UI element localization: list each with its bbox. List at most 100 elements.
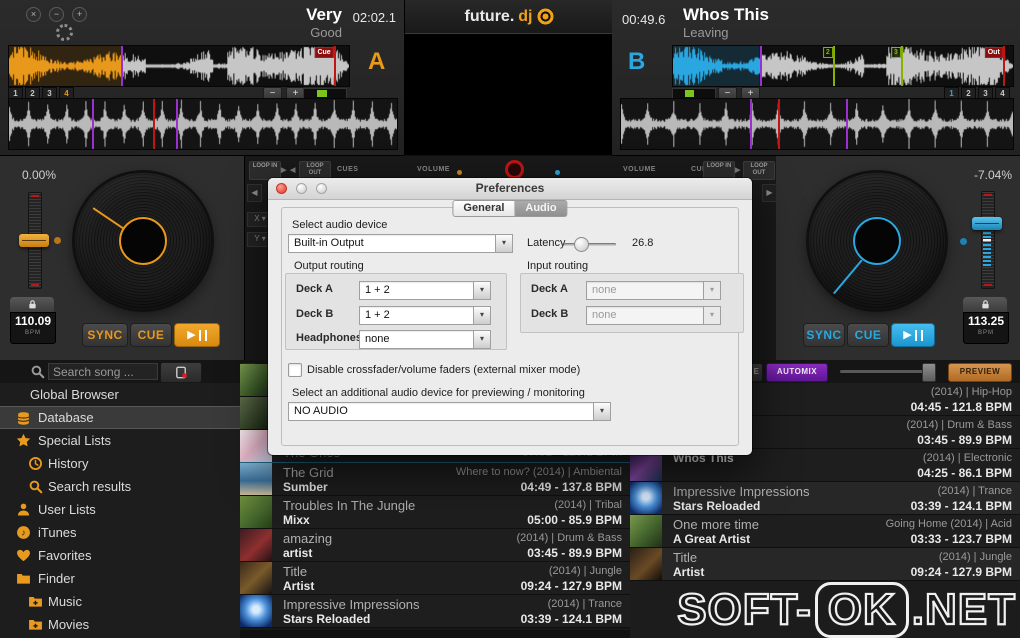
deck-a-overview-waveform[interactable] — [8, 98, 398, 150]
additional-device-select[interactable]: NO AUDIO▾ — [288, 402, 611, 421]
svg-text:♪: ♪ — [21, 528, 26, 538]
pitch-reset-dot[interactable] — [54, 237, 61, 244]
deck-b-bpm-lock-button[interactable] — [963, 297, 1007, 312]
gear-icon[interactable] — [56, 24, 73, 41]
sidebar-item-itunes[interactable]: ♪iTunes — [0, 521, 240, 544]
deck-b-sync-button[interactable]: SYNC — [803, 323, 845, 347]
track-row[interactable]: TitleArtist(2014) | Jungle09:24 - 127.9 … — [240, 562, 630, 595]
routing-select[interactable]: 1 + 2▾ — [359, 306, 491, 325]
wave-marker — [1003, 46, 1005, 86]
maximize-icon[interactable]: + — [72, 7, 87, 22]
watermark-text: .NET — [912, 585, 1016, 635]
minimize-icon[interactable]: − — [49, 7, 64, 22]
track-row[interactable]: Impressive ImpressionsStars Reloaded(201… — [630, 482, 1020, 515]
routing-select[interactable]: none▾ — [586, 281, 721, 300]
disable-crossfader-checkbox[interactable] — [288, 363, 302, 377]
pitch-handle[interactable] — [972, 217, 1002, 230]
routing-select[interactable]: none▾ — [359, 330, 491, 349]
deck-a-cue-button[interactable]: CUE — [130, 323, 172, 347]
pitch-center-mark — [983, 239, 991, 241]
deck-a-jog-wheel[interactable] — [75, 173, 211, 309]
track-info: (2014) | Electronic — [917, 451, 1012, 466]
center-panel: future.dj — [404, 0, 614, 155]
close-traffic-light[interactable] — [276, 183, 287, 194]
deck-a-waveform[interactable]: Cue — [8, 45, 350, 87]
loop-arrow-icon[interactable]: ◀ — [290, 166, 296, 174]
deck-b-waveform[interactable]: 23Out — [672, 45, 1014, 87]
loop-arrow-icon[interactable]: ▶ — [281, 166, 287, 174]
sidebar-item-label: Movies — [0, 617, 89, 632]
track-row[interactable]: amazingartist(2014) | Drum & Bass03:45 -… — [240, 529, 630, 562]
tab-general[interactable]: General — [452, 200, 515, 217]
track-row[interactable]: TitleArtist(2014) | Jungle09:24 - 127.9 … — [630, 548, 1020, 581]
deck-a-sync-button[interactable]: SYNC — [82, 323, 128, 347]
jog-label-ring — [853, 217, 901, 265]
audio-device-select[interactable]: Built-in Output▾ — [288, 234, 513, 253]
tab-audio[interactable]: Audio — [515, 200, 567, 217]
routing-select[interactable]: 1 + 2▾ — [359, 281, 491, 300]
track-artist: Sumber — [283, 480, 452, 494]
list-zoom-handle[interactable] — [922, 363, 936, 382]
bpm-unit: BPM — [964, 330, 1008, 337]
latency-slider[interactable] — [564, 243, 616, 246]
sidebar-item-finder[interactable]: Finder — [0, 567, 240, 590]
search-input[interactable] — [48, 363, 158, 380]
track-title: Impressive Impressions — [673, 484, 907, 499]
track-info: Where to now? (2014) | Ambiental — [456, 465, 622, 480]
search-icon — [30, 364, 45, 379]
zoom-traffic-light[interactable] — [316, 183, 327, 194]
deck-b-controls: -7.04% 113.25 BPM SYNC CUE ▶ — [776, 156, 1020, 360]
automix-button[interactable]: AUTOMIX — [766, 363, 828, 382]
sidebar-item-music[interactable]: Music — [0, 590, 240, 613]
sidebar-item-global-browser[interactable]: Global Browser — [0, 383, 240, 406]
track-artist: Mixx — [283, 513, 523, 527]
deck-b-play-button[interactable]: ▶ — [891, 323, 935, 347]
chevron-down-icon: ▾ — [703, 282, 720, 299]
sidebar-item-label: History — [0, 456, 88, 471]
sidebar-item-favorites[interactable]: Favorites — [0, 544, 240, 567]
deck-a-bpm-lock-button[interactable] — [10, 297, 54, 312]
sidebar-item-database[interactable]: Database — [0, 406, 240, 429]
sidebar-item-history[interactable]: History — [0, 452, 240, 475]
minimize-traffic-light[interactable] — [296, 183, 307, 194]
deck-b-track-meta: Whos This Leaving — [683, 4, 769, 41]
latency-slider-knob[interactable] — [574, 237, 589, 252]
deck-b-pitch-slider[interactable] — [970, 191, 1004, 289]
dialog-titlebar[interactable]: Preferences — [268, 178, 752, 200]
sidebar-item-movies[interactable]: Movies — [0, 613, 240, 636]
sidebar-item-label: iTunes — [0, 525, 77, 540]
pitch-handle[interactable] — [19, 234, 49, 247]
record-playlist-button[interactable] — [160, 362, 202, 383]
deck-a-play-button[interactable]: ▶ — [174, 323, 220, 347]
close-icon[interactable]: × — [26, 7, 41, 22]
track-row[interactable]: Impressive ImpressionsStars Reloaded(201… — [240, 595, 630, 628]
track-row[interactable]: The GridSumberWhere to now? (2014) | Amb… — [240, 463, 630, 496]
nudge-right-button[interactable]: ▶ — [762, 184, 777, 202]
nudge-left-button[interactable]: ◀ — [247, 184, 262, 202]
chevron-down-icon: ▾ — [473, 282, 490, 299]
track-info: (2014) | Hip-Hop — [911, 385, 1012, 400]
deck-a-track-title: Very — [306, 4, 342, 25]
sidebar-item-label: Database — [0, 410, 94, 425]
sidebar-item-search-results[interactable]: Search results — [0, 475, 240, 498]
preview-button[interactable]: PREVIEW — [948, 363, 1012, 382]
track-info: (2014) | Drum & Bass — [516, 531, 622, 546]
pitch-reset-dot[interactable] — [960, 238, 967, 245]
routing-select[interactable]: none▾ — [586, 306, 721, 325]
deck-a-pitch-slider[interactable] — [17, 192, 51, 289]
deck-b-jog-wheel[interactable] — [809, 173, 945, 309]
track-row[interactable]: One more timeA Great ArtistGoing Home (2… — [630, 515, 1020, 548]
sidebar-item-user-lists[interactable]: User Lists — [0, 498, 240, 521]
chevron-down-icon: ▾ — [473, 331, 490, 348]
track-duration-bpm: 09:24 - 127.9 BPM — [521, 579, 622, 593]
loop-arrow-icon[interactable]: ▶ — [735, 166, 741, 174]
sidebar-item-special-lists[interactable]: Special Lists — [0, 429, 240, 452]
deck-b-cue-button[interactable]: CUE — [847, 323, 889, 347]
record-button[interactable] — [505, 160, 524, 179]
deck-a-pitch-value: 0.00% — [22, 168, 56, 182]
deck-b-overview-waveform[interactable] — [620, 98, 1014, 150]
disable-crossfader-label: Disable crossfader/volume faders (extern… — [307, 364, 580, 376]
output-routing-group: Deck A1 + 2▾Deck B1 + 2▾Headphonesnone▾ — [285, 273, 507, 350]
track-row[interactable]: Troubles In The JungleMixx(2014) | Triba… — [240, 496, 630, 529]
track-info: Going Home (2014) | Acid — [886, 517, 1012, 532]
